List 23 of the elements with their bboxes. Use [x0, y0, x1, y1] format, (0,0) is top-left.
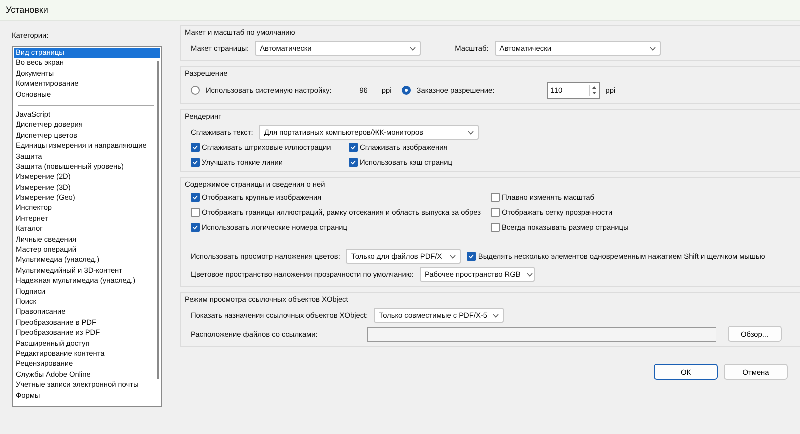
checkbox[interactable]: [491, 208, 500, 217]
checkbox[interactable]: [191, 223, 200, 232]
checkbox[interactable]: [191, 158, 200, 167]
checkbox[interactable]: [491, 223, 500, 232]
checkbox[interactable]: [349, 143, 358, 152]
caret-icon: [410, 46, 416, 50]
checkbox[interactable]: [349, 158, 358, 167]
caret-icon: [450, 254, 456, 258]
caret-icon: [468, 130, 474, 134]
checkbox[interactable]: [467, 252, 476, 261]
caret-icon: [650, 46, 656, 50]
checkbox[interactable]: [191, 208, 200, 217]
checkbox[interactable]: [191, 143, 200, 152]
checkbox[interactable]: [491, 193, 500, 202]
window-title: Установки: [6, 5, 48, 15]
checkbox[interactable]: [191, 193, 200, 202]
radio-button[interactable]: [191, 86, 200, 95]
caret-icon: [526, 272, 533, 276]
location-field[interactable]: [367, 326, 716, 342]
caret-icon: [493, 314, 500, 318]
radio-button[interactable]: [402, 86, 411, 95]
spin-arrows-icon[interactable]: [588, 85, 599, 96]
scrollbar[interactable]: [157, 61, 159, 379]
